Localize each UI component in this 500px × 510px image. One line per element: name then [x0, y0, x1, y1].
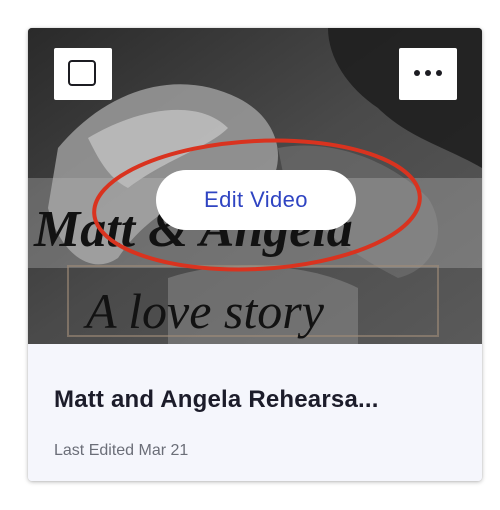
- card-info: Matt and Angela Rehearsa... Last Edited …: [28, 344, 482, 481]
- edit-video-button[interactable]: Edit Video: [156, 170, 356, 230]
- select-checkbox[interactable]: [54, 48, 112, 100]
- checkbox-icon: [68, 60, 96, 86]
- more-options-icon: [414, 70, 447, 88]
- video-card[interactable]: Matt & Angela A love story Edit Video Ma…: [28, 28, 482, 481]
- video-thumbnail[interactable]: Matt & Angela A love story Edit Video: [28, 28, 482, 344]
- more-options-button[interactable]: [399, 48, 457, 100]
- thumbnail-tagline: A love story: [83, 283, 325, 339]
- last-edited-text: Last Edited Mar 21: [54, 442, 189, 459]
- video-title[interactable]: Matt and Angela Rehearsa...: [54, 386, 458, 414]
